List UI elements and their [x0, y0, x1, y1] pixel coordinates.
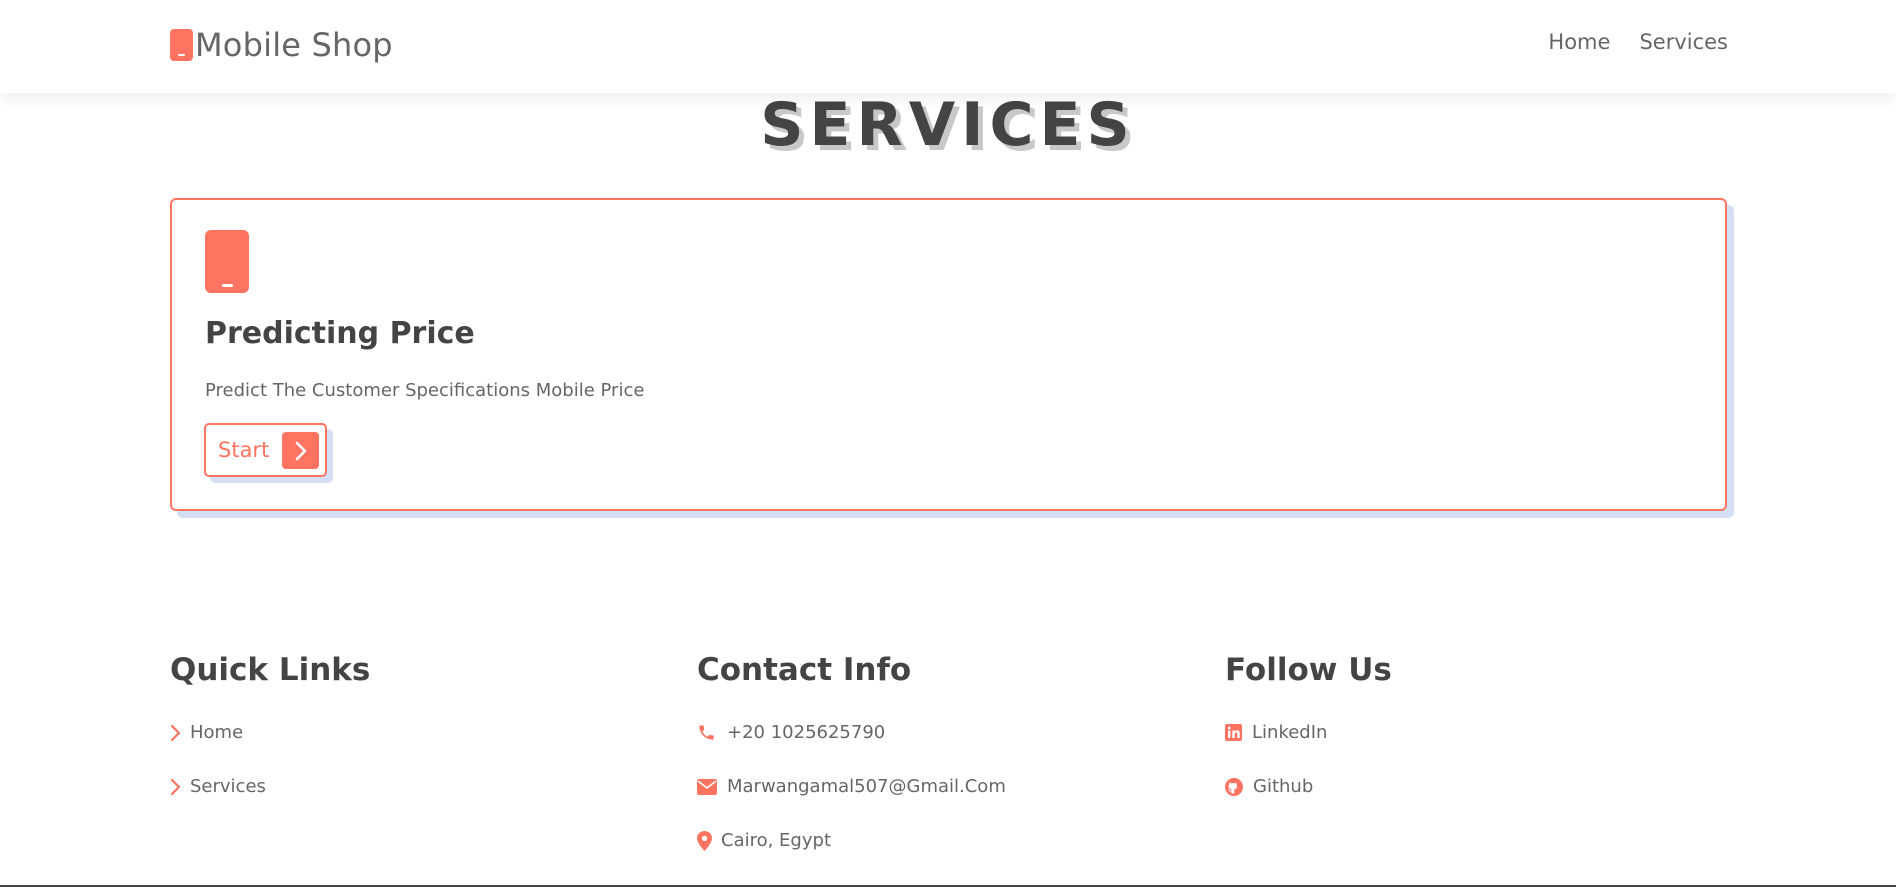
footer-quick-links: Quick Links Home Services — [170, 652, 650, 797]
footer-link-label: Services — [190, 776, 266, 797]
logo-link[interactable]: Mobile Shop — [170, 26, 393, 64]
contact-email[interactable]: Marwangamal507@Gmail.Com — [697, 776, 1006, 797]
linkedin-icon — [1225, 724, 1242, 741]
contact-phone[interactable]: +20 1025625790 — [697, 722, 885, 743]
nav-services-link[interactable]: Services — [1639, 30, 1728, 54]
chevron-right-icon — [282, 432, 319, 469]
chevron-right-icon — [170, 724, 182, 742]
contact-info-heading: Contact Info — [697, 652, 912, 688]
services-heading: SERVICES — [760, 90, 1136, 160]
mobile-phone-icon — [170, 29, 193, 61]
service-description: Predict The Customer Specifications Mobi… — [205, 380, 645, 401]
footer-follow-us: Follow Us LinkedIn Github — [1225, 652, 1705, 797]
service-title: Predicting Price — [205, 316, 475, 351]
footer-link-services[interactable]: Services — [170, 776, 266, 797]
service-card: Predicting Price Predict The Customer Sp… — [170, 198, 1727, 511]
footer-link-home[interactable]: Home — [170, 722, 243, 743]
main-nav: Home Services — [1548, 30, 1728, 54]
contact-email-text: Marwangamal507@Gmail.Com — [727, 776, 1006, 797]
mobile-phone-icon — [205, 230, 249, 293]
social-github-link[interactable]: Github — [1225, 776, 1313, 797]
start-button-label: Start — [218, 438, 270, 462]
contact-location: Cairo, Egypt — [697, 830, 831, 851]
phone-icon — [697, 723, 716, 742]
map-pin-icon — [697, 830, 712, 851]
start-button[interactable]: Start — [204, 423, 327, 477]
envelope-icon — [697, 778, 717, 795]
social-linkedin-link[interactable]: LinkedIn — [1225, 722, 1327, 743]
footer-contact-info: Contact Info +20 1025625790 Marwangamal5… — [697, 652, 1177, 851]
social-github-label: Github — [1253, 776, 1314, 797]
footer-link-label: Home — [190, 722, 244, 743]
github-icon — [1225, 777, 1243, 796]
site-header: Mobile Shop Home Services — [0, 0, 1896, 93]
quick-links-heading: Quick Links — [170, 652, 371, 688]
contact-phone-text: +20 1025625790 — [727, 722, 886, 743]
logo-text: Mobile Shop — [195, 26, 393, 64]
chevron-right-icon — [170, 778, 182, 796]
follow-us-heading: Follow Us — [1225, 652, 1392, 688]
page: Mobile Shop Home Services SERVICES Predi… — [0, 0, 1896, 887]
nav-home-link[interactable]: Home — [1548, 30, 1610, 54]
social-linkedin-label: LinkedIn — [1252, 722, 1328, 743]
contact-location-text: Cairo, Egypt — [721, 830, 831, 851]
